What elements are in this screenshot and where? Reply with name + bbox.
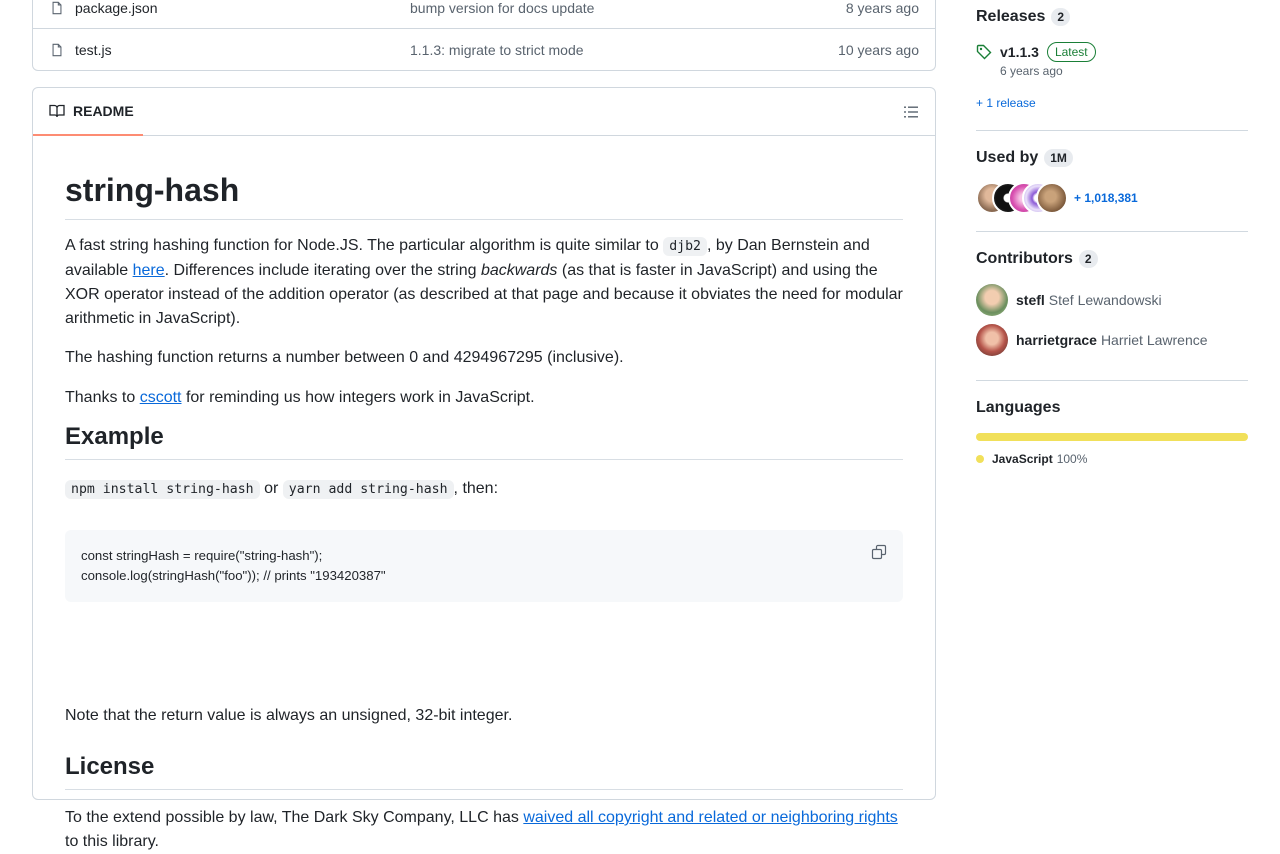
license-paragraph: To the extend possible by law, The Dark … — [65, 806, 903, 854]
file-icon — [52, 43, 62, 56]
tag-icon — [976, 44, 992, 60]
used-by-count: 1M — [1044, 149, 1073, 167]
code-block-text: const stringHash = require("string-hash"… — [81, 548, 386, 583]
text: A fast string hashing function for Node.… — [65, 237, 664, 254]
intro-paragraph: A fast string hashing function for Node.… — [65, 234, 903, 331]
tab-readme-label: README — [73, 103, 134, 119]
releases-heading[interactable]: Releases 2 — [976, 8, 1071, 26]
languages-heading: Languages — [976, 399, 1060, 417]
release-tag[interactable]: v1.1.3 — [1000, 44, 1039, 60]
language-bar — [976, 433, 1248, 441]
divider — [976, 380, 1248, 381]
contributor-item[interactable]: harrietgrace Harriet Lawrence — [976, 324, 1208, 356]
here-link[interactable]: here — [133, 262, 165, 279]
commit-message[interactable]: bump version for docs update — [410, 0, 594, 16]
commit-message[interactable]: 1.1.3: migrate to strict mode — [410, 42, 584, 58]
inline-code-npm: npm install string-hash — [65, 480, 260, 499]
note-paragraph: Note that the return value is always an … — [65, 707, 513, 724]
divider — [976, 231, 1248, 232]
language-name: JavaScript — [992, 452, 1053, 466]
language-item[interactable]: JavaScript 100% — [976, 452, 1087, 466]
license-heading: License — [65, 752, 903, 790]
text: or — [259, 480, 283, 497]
file-name[interactable]: package.json — [75, 0, 158, 16]
inline-code-yarn: yarn add string-hash — [282, 480, 454, 499]
releases-count: 2 — [1051, 8, 1071, 26]
file-icon — [52, 1, 62, 15]
contributors-title: Contributors — [976, 250, 1073, 267]
languages-title: Languages — [976, 399, 1061, 416]
language-bar-javascript — [976, 433, 1248, 441]
contributor-item[interactable]: stefl Stef Lewandowski — [976, 284, 1162, 316]
inline-code-djb2: djb2 — [663, 237, 707, 256]
readme-title: string-hash — [65, 170, 903, 220]
contributor-name: Harriet Lawrence — [1100, 332, 1208, 348]
text: to this library. — [65, 833, 159, 850]
book-icon — [49, 104, 65, 118]
more-releases-link[interactable]: + 1 release — [976, 96, 1036, 110]
list-outline-icon[interactable] — [903, 104, 919, 120]
commit-time: 10 years ago — [838, 41, 919, 58]
readme-panel: README string-hash A fast string hashing… — [32, 87, 936, 850]
text: Thanks to — [65, 389, 140, 406]
install-paragraph: npm install string-hash or yarn add stri… — [65, 477, 903, 502]
contributors-count: 2 — [1078, 250, 1098, 268]
text: To the extend possible by law, The Dark … — [65, 809, 524, 826]
avatar — [976, 284, 1008, 316]
divider — [976, 130, 1248, 131]
dependents-avatars[interactable] — [976, 182, 1068, 214]
waiver-link[interactable]: waived all copyright and related or neig… — [523, 809, 897, 826]
copy-icon[interactable] — [871, 544, 887, 560]
text: , then: — [453, 480, 499, 497]
contributor-name: Stef Lewandowski — [1048, 292, 1162, 308]
javascript-color-dot — [976, 455, 984, 463]
releases-title: Releases — [976, 8, 1046, 25]
file-row[interactable]: package.json bump version for docs updat… — [33, 0, 935, 29]
file-row[interactable]: test.js 1.1.3: migrate to strict mode 10… — [33, 29, 935, 70]
sidebar: Releases 2 v1.1.3 Latest 6 years ago + 1… — [976, 0, 1248, 800]
text: for reminding us how integers work in Ja… — [181, 389, 535, 406]
range-paragraph: The hashing function returns a number be… — [65, 349, 624, 366]
contributor-login[interactable]: harrietgrace — [1016, 332, 1097, 348]
cscott-link[interactable]: cscott — [140, 389, 182, 406]
latest-badge: Latest — [1046, 42, 1096, 62]
release-time: 6 years ago — [1000, 64, 1063, 78]
example-heading: Example — [65, 422, 903, 460]
contributor-login[interactable]: stefl — [1016, 292, 1045, 308]
tab-readme[interactable]: README — [33, 88, 143, 136]
commit-time: 8 years ago — [845, 0, 919, 16]
used-by-heading[interactable]: Used by 1M — [976, 149, 1073, 167]
avatar — [976, 324, 1008, 356]
file-list: package.json bump version for docs updat… — [32, 0, 936, 71]
thanks-paragraph: Thanks to cscott for reminding us how in… — [65, 386, 903, 410]
readme-header: README — [33, 88, 935, 136]
emphasis-text: backwards — [480, 262, 558, 279]
used-by-more-link[interactable]: + 1,018,381 — [1074, 191, 1138, 205]
text: . Differences include iterating over the… — [164, 262, 481, 279]
latest-release[interactable]: v1.1.3 Latest — [976, 42, 1096, 62]
avatar — [1036, 182, 1068, 214]
used-by-title: Used by — [976, 149, 1039, 166]
file-name[interactable]: test.js — [75, 42, 112, 58]
language-percent: 100% — [1056, 452, 1088, 466]
code-block: const stringHash = require("string-hash"… — [65, 530, 903, 602]
contributors-heading[interactable]: Contributors 2 — [976, 250, 1098, 268]
